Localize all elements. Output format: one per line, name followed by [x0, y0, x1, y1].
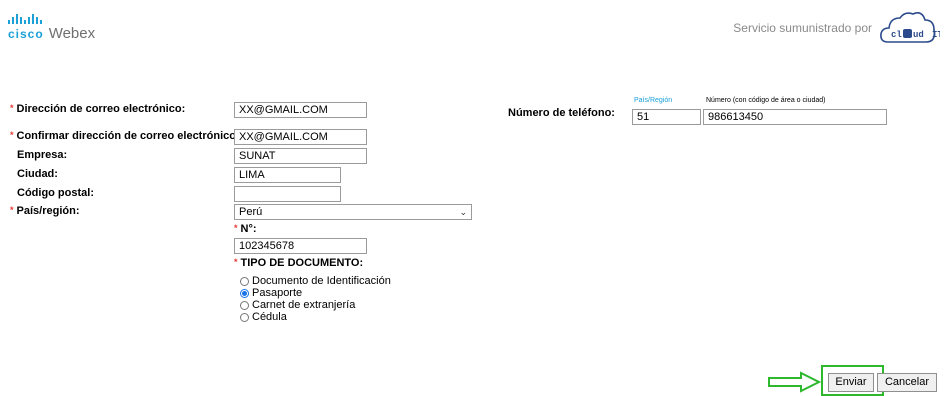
- confirm-email-label: * Confirmar dirección de correo electróni…: [10, 130, 240, 142]
- confirm-email-field[interactable]: XX@GMAIL.COM: [234, 129, 367, 145]
- arrow-right-icon: [768, 371, 822, 393]
- postal-code-field[interactable]: [234, 186, 341, 202]
- country-label: * País/región:: [10, 205, 80, 217]
- country-select[interactable]: Perú ⌄: [234, 204, 472, 220]
- webex-wordmark: Webex: [48, 25, 96, 42]
- city-field[interactable]: LIMA: [234, 167, 341, 183]
- cisco-bars-icon: [8, 14, 95, 24]
- doc-type-option-carnet[interactable]: Carnet de extranjería: [240, 299, 391, 311]
- phone-number-label: Número (con código de área o ciudad): [706, 97, 826, 104]
- provider-banner: Servicio sumunistrado por cl ud IT: [733, 8, 940, 48]
- svg-text:IT: IT: [932, 30, 940, 40]
- radio-selected-icon[interactable]: [240, 288, 249, 298]
- doc-number-field[interactable]: 102345678: [234, 238, 367, 254]
- cisco-wordmark: cisco: [8, 27, 44, 41]
- doc-type-option-pasaporte[interactable]: Pasaporte: [240, 287, 391, 299]
- postal-code-label: Código postal:: [17, 187, 94, 199]
- doc-type-option-cedula[interactable]: Cédula: [240, 311, 391, 323]
- doc-type-label: * TIPO DE DOCUMENTO:: [234, 257, 364, 269]
- radio-icon[interactable]: [240, 312, 249, 322]
- company-field[interactable]: SUNAT: [234, 148, 367, 164]
- doc-type-option-identificacion[interactable]: Documento de Identificación: [240, 275, 391, 287]
- submit-button[interactable]: Enviar: [828, 373, 874, 392]
- cisco-webex-logo: cisco Webex: [8, 14, 95, 42]
- svg-text:cl: cl: [891, 30, 902, 40]
- company-label: Empresa:: [17, 149, 68, 161]
- svg-text:ud: ud: [913, 30, 924, 40]
- radio-icon[interactable]: [240, 276, 249, 286]
- phone-number-field[interactable]: 986613450: [703, 109, 887, 125]
- doc-number-label: * N°:: [234, 223, 257, 235]
- city-label: Ciudad:: [17, 168, 58, 180]
- phone-region-label: País/Región: [634, 97, 673, 104]
- radio-icon[interactable]: [240, 300, 249, 310]
- chevron-down-icon: ⌄: [459, 207, 467, 217]
- phone-label: Número de teléfono:: [508, 107, 615, 119]
- provided-by-text: Servicio sumunistrado por: [733, 21, 872, 35]
- cancel-button[interactable]: Cancelar: [877, 373, 937, 392]
- cloud-it-logo-icon: cl ud IT: [880, 12, 940, 43]
- doc-type-radio-group: Documento de Identificación Pasaporte Ca…: [240, 275, 391, 323]
- email-label: * Dirección de correo electrónico:: [10, 103, 186, 115]
- email-field[interactable]: XX@GMAIL.COM: [234, 102, 367, 118]
- phone-region-field[interactable]: 51: [632, 109, 701, 125]
- country-select-value: Perú: [239, 206, 263, 218]
